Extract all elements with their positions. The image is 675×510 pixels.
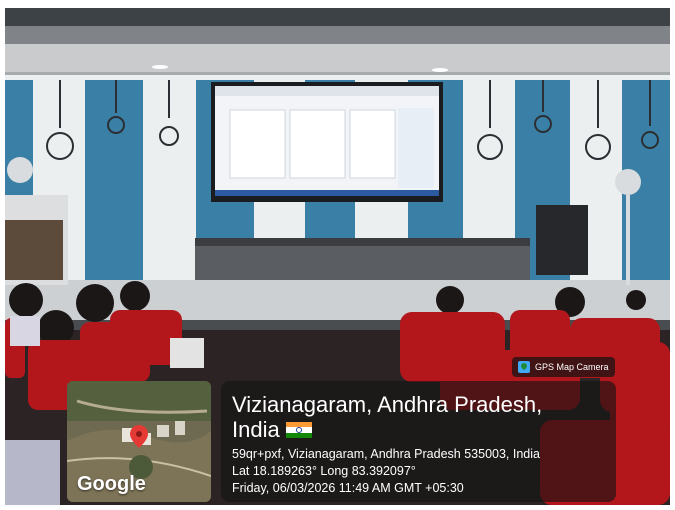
india-flag-icon [285, 421, 312, 439]
photo-frame: Google GPS Map Camera Vizianagaram, Andh… [0, 0, 675, 510]
google-logo: Google [77, 473, 146, 495]
gps-map-camera-icon [518, 361, 530, 373]
gps-map-camera-badge: GPS Map Camera [512, 357, 615, 377]
datetime-line: Friday, 06/03/2026 11:49 AM GMT +05:30 [232, 481, 464, 495]
map-thumbnail[interactable]: Google [67, 381, 211, 502]
place-name-line1: Vizianagaram, Andhra Pradesh, [232, 392, 543, 417]
address-line: 59qr+pxf, Vizianagaram, Andhra Pradesh 5… [232, 447, 540, 461]
badge-label: GPS Map Camera [535, 362, 609, 372]
place-name-line2: India [232, 418, 312, 442]
location-info-panel: Vizianagaram, Andhra Pradesh, India 59qr… [221, 381, 616, 502]
lat-long-line: Lat 18.189263° Long 83.392097° [232, 464, 416, 478]
country-name: India [232, 417, 280, 442]
